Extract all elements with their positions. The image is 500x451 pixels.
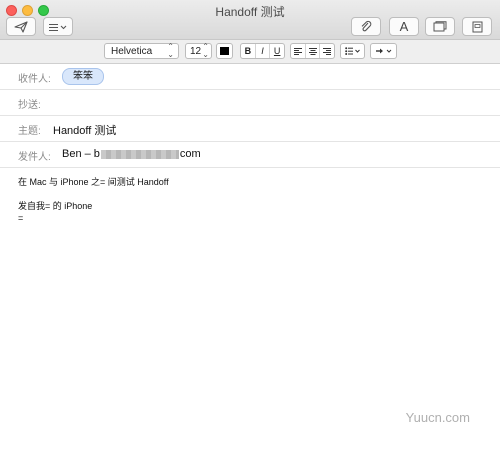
header-fields-menu-button[interactable] [43,17,73,36]
body-line [18,188,169,200]
attach-button[interactable] [351,17,381,36]
body-line: 发自我= 的 iPhone [18,201,93,211]
message-body[interactable]: 在 Mac 与 iPhone 之= 间测试 Handoff 发自我= 的 iPh… [18,176,169,224]
bold-button[interactable]: B [241,44,256,58]
subject-value[interactable]: Handoff 测试 [53,122,116,138]
photo-browser-button[interactable] [425,17,455,36]
redacted-email-blur [100,149,179,159]
italic-button[interactable]: I [256,44,271,58]
align-center-button[interactable] [306,44,321,58]
stepper-arrows-icon: ⌃ ⌄ [202,42,209,59]
paper-plane-icon [14,20,28,33]
from-suffix: com [179,148,201,160]
indent-arrow-icon [375,48,391,54]
compose-window: Handoff 测试 A Helvetica ⌃ ⌄ 12 ⌃ ⌄ B I U … [0,0,500,451]
list-chevron-icon [49,23,67,31]
cc-field[interactable]: 抄送: [0,90,500,116]
font-family-value: Helvetica [111,45,153,57]
title-bar: Handoff 测试 A [0,0,500,40]
indent-menu[interactable] [370,43,397,59]
to-label: 收件人: [18,74,51,85]
from-field[interactable]: 发件人: Ben – b com [0,142,500,168]
body-line: 在 Mac 与 iPhone 之= 间测试 Handoff [18,177,169,187]
recipient-token[interactable]: 笨笨 [62,68,104,85]
from-label: 发件人: [18,152,51,163]
from-prefix: Ben – b [62,148,100,160]
stationery-button[interactable] [462,17,492,36]
alignment-group [290,43,335,59]
text-style-group: B I U [240,43,285,59]
subject-field[interactable]: 主题: Handoff 测试 [0,116,500,142]
font-a-icon: A [399,19,409,34]
stepper-arrows-icon: ⌃ ⌄ [167,42,174,59]
color-swatch-icon [220,47,229,55]
subject-label: 主题: [18,126,41,137]
font-size-select[interactable]: 12 ⌃ ⌄ [185,43,212,59]
send-button[interactable] [6,17,36,36]
align-right-button[interactable] [320,44,334,58]
cc-label: 抄送: [18,100,41,111]
font-family-select[interactable]: Helvetica ⌃ ⌄ [104,43,179,59]
align-left-icon [293,47,302,55]
fonts-button[interactable]: A [389,17,419,36]
text-color-button[interactable] [216,43,233,59]
bullet-list-icon [344,47,360,55]
from-value[interactable]: Ben – b com [62,148,201,160]
align-right-icon [323,47,332,55]
align-left-button[interactable] [291,44,306,58]
paperclip-icon [361,20,372,32]
stationery-icon [472,21,482,32]
photo-browser-icon [433,21,447,32]
watermark: Yuucn.com [405,410,470,425]
align-center-icon [308,47,317,55]
list-style-menu[interactable] [340,43,365,59]
font-size-value: 12 [190,45,202,57]
to-field[interactable]: 收件人: 笨笨 [0,64,500,90]
underline-button[interactable]: U [270,44,284,58]
format-bar: Helvetica ⌃ ⌄ 12 ⌃ ⌄ B I U [0,40,500,64]
body-line: = [18,213,24,223]
